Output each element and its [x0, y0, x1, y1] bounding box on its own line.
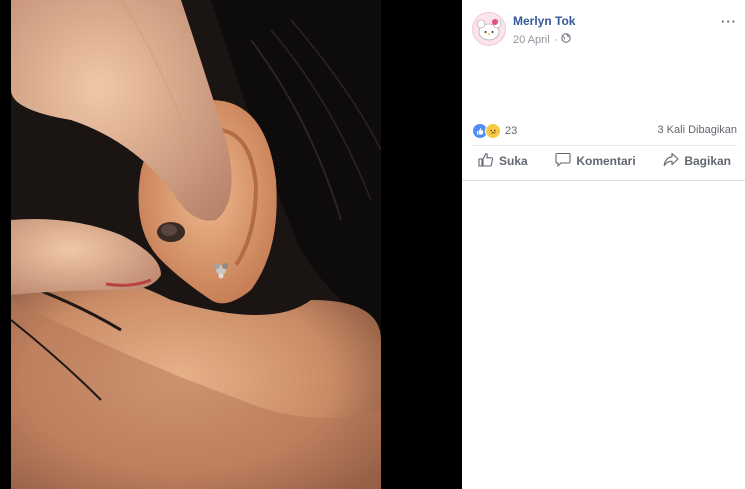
- share-count[interactable]: 3 Kali Dibagikan: [658, 124, 738, 136]
- like-button[interactable]: Suka: [472, 149, 534, 173]
- comments-area: [462, 180, 745, 489]
- reaction-count: 23: [505, 125, 518, 137]
- avatar[interactable]: [472, 12, 506, 46]
- sad-reaction-icon: [485, 123, 501, 139]
- share-arrow-icon: [663, 152, 679, 170]
- comment-button[interactable]: Komentari: [549, 149, 641, 173]
- speech-bubble-icon: [555, 152, 571, 170]
- share-button[interactable]: Bagikan: [657, 149, 737, 173]
- post-sidebar: Merlyn Tok 20 April · ··· 23 3 Kali Diba…: [462, 0, 745, 489]
- more-options-button[interactable]: ···: [721, 14, 737, 29]
- share-button-label: Bagikan: [684, 154, 731, 168]
- post-meta: 20 April ·: [513, 33, 572, 46]
- reactions-summary[interactable]: 23: [472, 123, 517, 139]
- globe-icon: [561, 33, 572, 46]
- author-name[interactable]: Merlyn Tok: [513, 14, 575, 28]
- post-date[interactable]: 20 April: [513, 34, 550, 46]
- thumbs-up-icon: [478, 152, 494, 170]
- hello-kitty-avatar-icon: [476, 19, 502, 41]
- photo-viewer: [0, 0, 462, 489]
- post-actions: Suka Komentari Bagikan: [472, 148, 737, 174]
- divider: [472, 145, 737, 146]
- ear-photo-illustration: [11, 0, 381, 489]
- post-header: Merlyn Tok 20 April · ···: [472, 10, 737, 50]
- post-photo[interactable]: [11, 0, 381, 489]
- like-button-label: Suka: [499, 154, 528, 168]
- meta-separator: ·: [553, 33, 558, 46]
- comment-button-label: Komentari: [576, 154, 636, 168]
- post-stats: 23 3 Kali Dibagikan: [472, 122, 737, 140]
